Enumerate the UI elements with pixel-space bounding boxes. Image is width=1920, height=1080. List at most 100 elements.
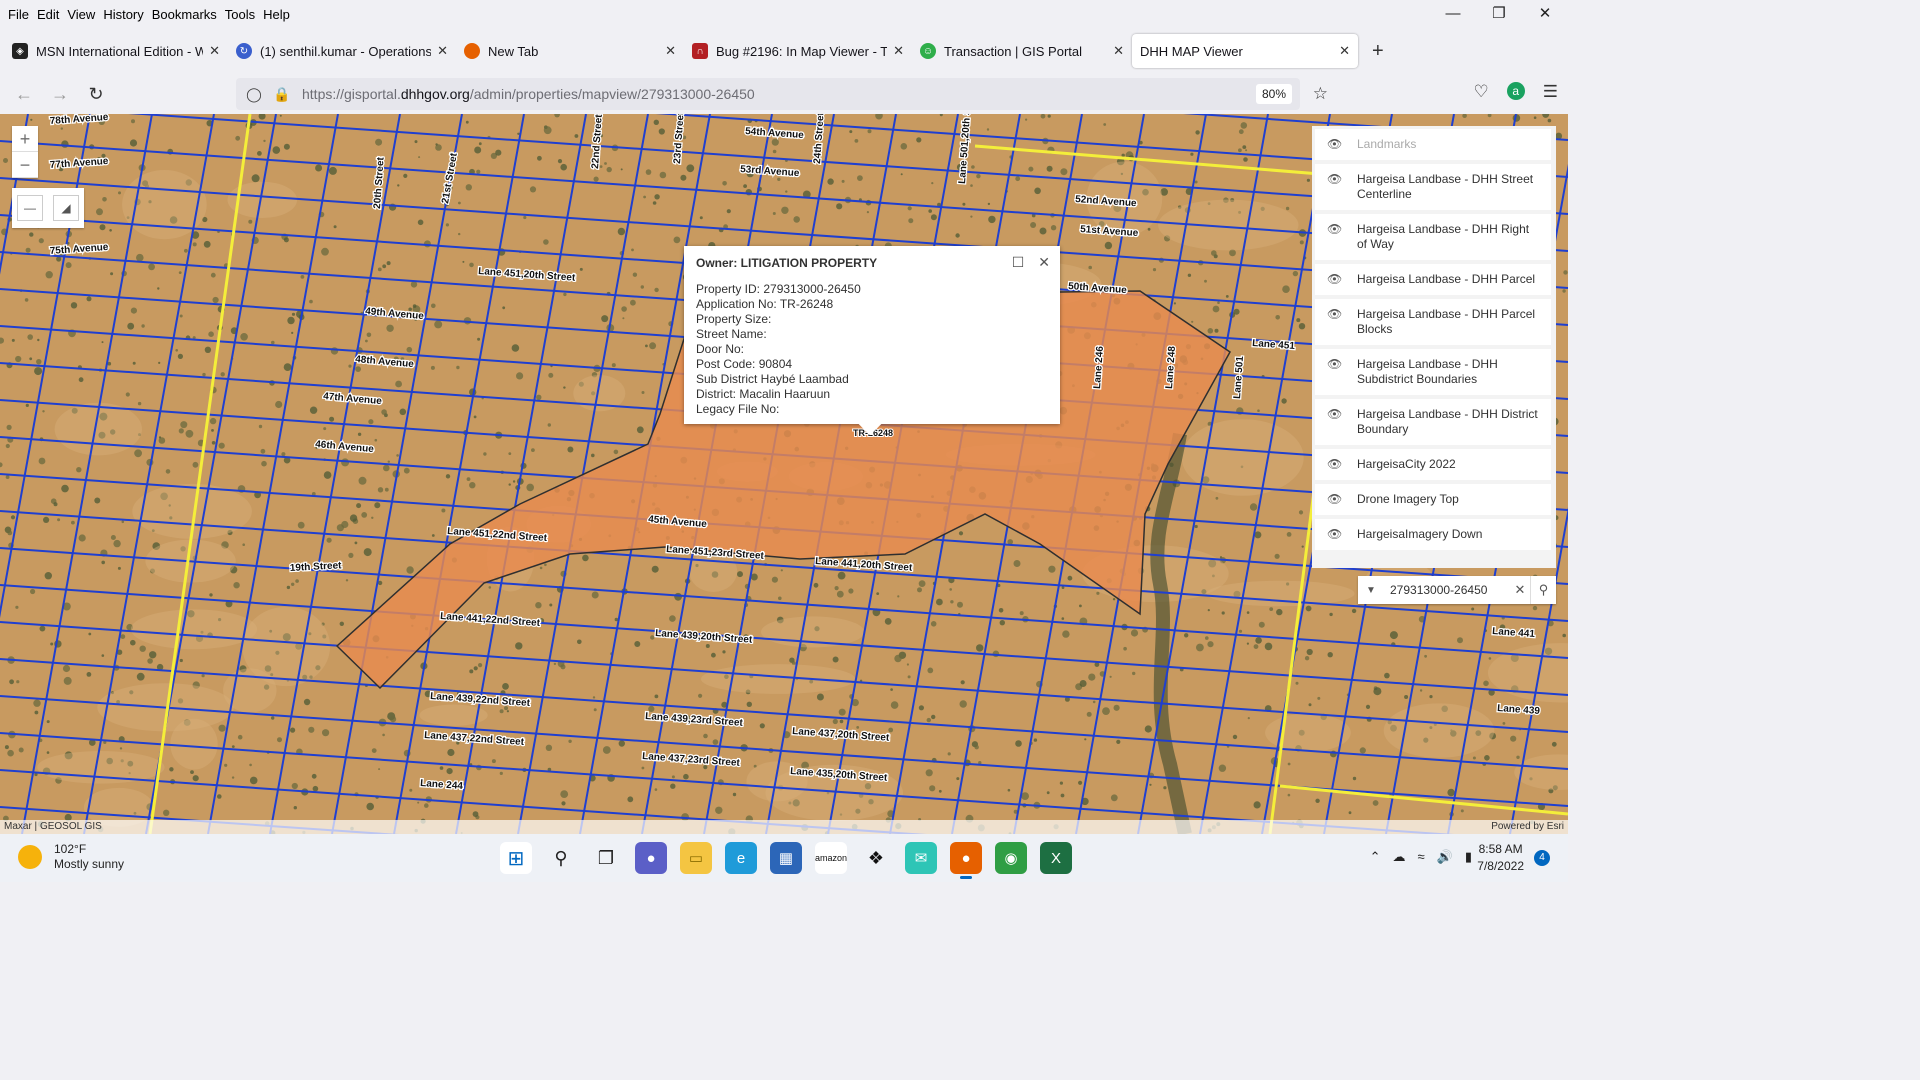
tab-new-tab[interactable]: New Tab ✕ [456, 34, 684, 68]
close-tab-icon[interactable]: ✕ [1113, 43, 1124, 59]
pocket-icon[interactable]: ♡ [1474, 82, 1489, 102]
zoom-level[interactable]: 80% [1255, 84, 1292, 104]
vegetation-dot [78, 377, 84, 383]
back-icon[interactable]: ← [6, 84, 42, 105]
eye-icon[interactable]: 👁 [1327, 222, 1342, 237]
edge-icon[interactable]: e [725, 842, 757, 874]
account-icon[interactable]: a [1506, 82, 1525, 100]
store-icon[interactable]: ▦ [770, 842, 802, 874]
new-tab-icon[interactable]: + [1372, 40, 1384, 63]
vegetation-dot [1240, 122, 1248, 129]
shield-icon[interactable]: ◯ [240, 86, 268, 103]
menu-tools[interactable]: Tools [223, 7, 261, 22]
layer-item[interactable]: 👁 HargeisaCity 2022 [1315, 449, 1551, 480]
map-view[interactable]: 78th Avenue 77th Avenue 75th Avenue 54th Av… [0, 114, 1568, 834]
layer-item[interactable]: 👁 Hargeisa Landbase - DHH District Bounda… [1315, 399, 1551, 445]
close-tab-icon[interactable]: ✕ [665, 43, 676, 59]
layer-item[interactable]: 👁 Drone Imagery Top [1315, 484, 1551, 515]
search-input[interactable]: 279313000-26450 [1384, 583, 1510, 597]
cloud-icon[interactable]: ☁ [1393, 849, 1406, 865]
chrome-icon[interactable]: ◉ [995, 842, 1027, 874]
vegetation-dot [249, 776, 258, 785]
layer-item[interactable]: 👁 Hargeisa Landbase - DHH Parcel [1315, 264, 1551, 295]
tab-operations[interactable]: ↻ (1) senthil.kumar - Operations T ✕ [228, 34, 456, 68]
menu-help[interactable]: Help [261, 7, 296, 22]
close-window-icon[interactable]: ✕ [1522, 0, 1568, 28]
eye-icon[interactable]: 👁 [1327, 527, 1342, 542]
vegetation-dot [1276, 608, 1283, 616]
vegetation-dot [593, 176, 599, 182]
url-text[interactable]: https://gisportal.dhhgov.org/admin/prope… [302, 86, 755, 102]
clock[interactable]: 8:58 AM 7/8/2022 [1477, 841, 1524, 875]
vegetation-dot [630, 299, 636, 306]
close-tab-icon[interactable]: ✕ [893, 43, 904, 59]
menu-view[interactable]: View [65, 7, 101, 22]
task-view-icon[interactable]: ❐ [590, 842, 622, 874]
restore-icon[interactable]: ❐ [1476, 0, 1522, 28]
file-explorer-icon[interactable]: ▭ [680, 842, 712, 874]
chevron-up-icon[interactable]: ⌃ [1370, 849, 1381, 865]
layer-item[interactable]: 👁 Landmarks [1315, 129, 1551, 160]
notification-badge[interactable]: 4 [1534, 850, 1550, 866]
layer-item[interactable]: 👁 Hargeisa Landbase - DHH Street Centerli… [1315, 164, 1551, 210]
weather-widget[interactable]: 102°F Mostly sunny [18, 842, 124, 872]
eye-icon[interactable]: 👁 [1327, 407, 1342, 422]
tab-msn[interactable]: ◈ MSN International Edition - Wo ✕ [4, 34, 228, 68]
powered-by[interactable]: Powered by Esri [1491, 820, 1564, 834]
menu-icon[interactable]: ☰ [1543, 82, 1558, 102]
vegetation-dot [1013, 560, 1021, 567]
clear-search-icon[interactable]: ✕ [1510, 582, 1530, 598]
forward-icon[interactable]: → [42, 84, 78, 105]
amazon-icon[interactable]: amazon [815, 842, 847, 874]
url-bar[interactable]: ◯ 🔒 https://gisportal.dhhgov.org/admin/p… [236, 78, 1328, 110]
layer-item[interactable]: 👁 HargeisaImagery Down [1315, 519, 1551, 550]
measure-line-icon[interactable]: — [17, 195, 43, 221]
start-icon[interactable]: ⊞ [500, 842, 532, 874]
eye-icon[interactable]: 👁 [1327, 492, 1342, 507]
eye-icon[interactable]: 👁 [1327, 137, 1342, 152]
vegetation-dot [363, 548, 372, 557]
menu-history[interactable]: History [101, 7, 149, 22]
eye-icon[interactable]: 👁 [1327, 457, 1342, 472]
eye-icon[interactable]: 👁 [1327, 357, 1342, 372]
close-popup-icon[interactable]: ✕ [1038, 254, 1050, 271]
application-no: Application No: TR-26248 [696, 297, 834, 311]
vegetation-dot [46, 720, 50, 724]
excel-icon[interactable]: X [1040, 842, 1072, 874]
layer-item[interactable]: 👁 Hargeisa Landbase - DHH Subdistrict Bou… [1315, 349, 1551, 395]
firefox-taskbar-icon[interactable]: ● [950, 842, 982, 879]
reload-icon[interactable]: ↻ [78, 84, 114, 105]
menu-edit[interactable]: Edit [35, 7, 65, 22]
tab-bug[interactable]: ∩ Bug #2196: In Map Viewer - The ✕ [684, 34, 912, 68]
dock-icon[interactable]: ☐ [1012, 254, 1025, 271]
chevron-down-icon[interactable]: ▼ [1358, 585, 1384, 596]
close-tab-icon[interactable]: ✕ [437, 43, 448, 59]
menu-bookmarks[interactable]: Bookmarks [150, 7, 223, 22]
volume-icon[interactable]: 🔊 [1437, 849, 1453, 865]
menu-file[interactable]: File [6, 7, 35, 22]
vegetation-dot [209, 417, 217, 425]
close-tab-icon[interactable]: ✕ [209, 43, 220, 59]
layer-item[interactable]: 👁 Hargeisa Landbase - DHH Right of Way [1315, 214, 1551, 260]
wifi-icon[interactable]: ≈ [1418, 849, 1425, 865]
layer-item[interactable]: 👁 Hargeisa Landbase - DHH Parcel Blocks [1315, 299, 1551, 345]
teams-chat-icon[interactable]: ● [635, 842, 667, 874]
zoom-out-button[interactable]: − [12, 152, 38, 178]
tab-dhh-map-viewer[interactable]: DHH MAP Viewer ✕ [1132, 34, 1358, 68]
zoom-in-button[interactable]: + [12, 126, 38, 152]
tab-transaction[interactable]: ☺ Transaction | GIS Portal ✕ [912, 34, 1132, 68]
tab-label: DHH MAP Viewer [1140, 43, 1243, 59]
mail-icon[interactable]: ✉ [905, 842, 937, 874]
eye-icon[interactable]: 👁 [1327, 272, 1342, 287]
measure-area-icon[interactable]: ◢ [53, 195, 79, 221]
eye-icon[interactable]: 👁 [1327, 307, 1342, 322]
battery-icon[interactable]: ▮ [1465, 849, 1472, 865]
close-tab-icon[interactable]: ✕ [1339, 43, 1350, 59]
lock-icon[interactable]: 🔒 [268, 86, 296, 103]
eye-icon[interactable]: 👁 [1327, 172, 1342, 187]
bookmark-star-icon[interactable]: ☆ [1313, 84, 1328, 104]
search-taskbar-icon[interactable]: ⚲ [545, 842, 577, 874]
search-icon[interactable]: ⚲ [1530, 576, 1556, 604]
minimize-icon[interactable]: — [1430, 0, 1476, 28]
dropbox-icon[interactable]: ❖ [860, 842, 892, 874]
